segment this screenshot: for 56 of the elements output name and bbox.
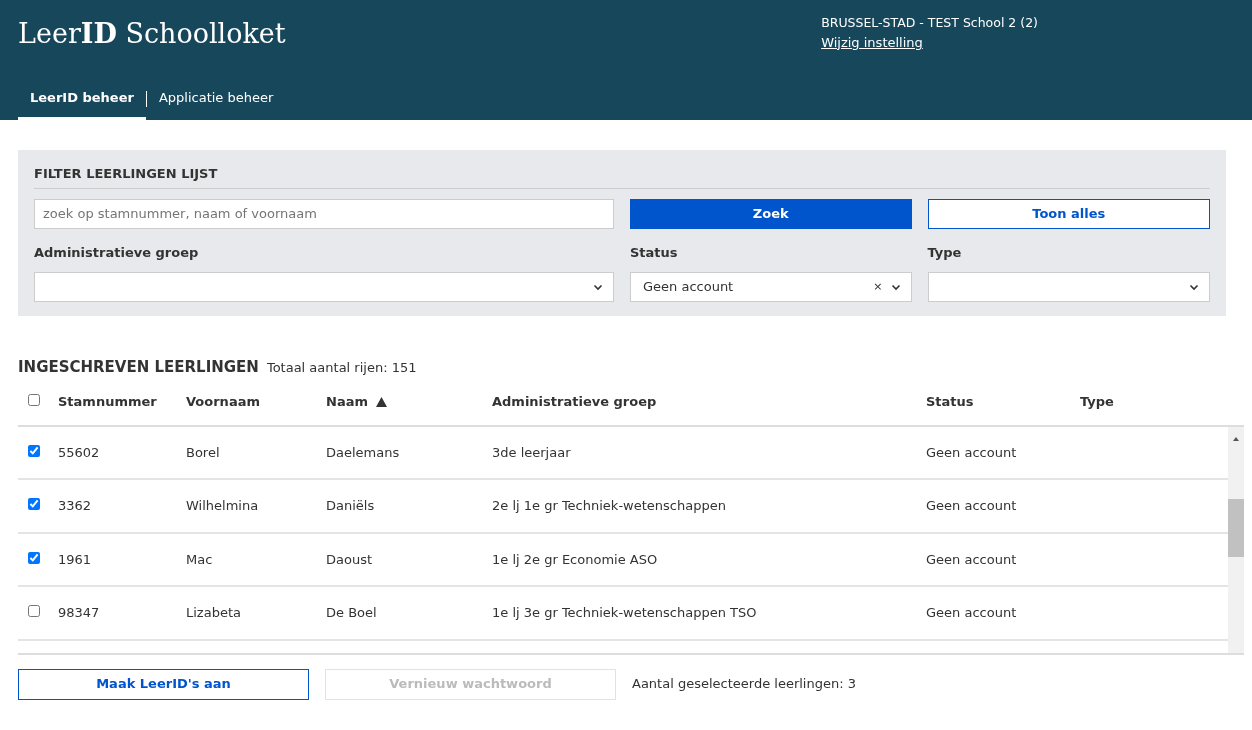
selected-count: Aantal geselecteerde leerlingen: 3	[632, 675, 856, 694]
table-cell: De Boel	[326, 605, 377, 620]
nav-tab[interactable]: Applicatie beheer	[146, 79, 286, 120]
row-checkbox[interactable]	[28, 551, 40, 564]
nav-tab[interactable]: LeerID beheer	[18, 79, 146, 120]
table-cell: Daniëls	[326, 498, 375, 513]
search-field[interactable]: zoek op stamnummer, naam of voornaam	[34, 198, 614, 229]
show-all-button[interactable]: Toon alles	[927, 198, 1210, 229]
table-cell: Lizabeta	[186, 605, 241, 620]
table-cell: 1e lj 3e gr Techniek-wetenschappen TSO	[492, 605, 757, 620]
dropdown-field[interactable]	[927, 272, 1210, 302]
column-header[interactable]: Administratieve groep	[492, 391, 657, 412]
sort-arrow-icon[interactable]	[376, 396, 387, 407]
table-cell: 1e lj 2e gr Economie ASO	[492, 551, 658, 567]
table-cell: Geen account	[926, 498, 1017, 513]
table-cell: 55602	[58, 444, 100, 460]
table-cell: 3de leerjaar	[492, 444, 571, 460]
chevron-down-icon	[890, 283, 901, 291]
table-cell: Geen account	[926, 605, 1017, 620]
section-title: INGESCHREVEN LEERLINGEN	[18, 357, 259, 378]
chevron-down-icon	[593, 283, 603, 291]
row-checkbox[interactable]	[28, 605, 40, 617]
table-cell: 1961	[58, 551, 92, 567]
chevron-down-icon	[1189, 283, 1199, 291]
table-cell: 98347	[58, 605, 100, 620]
table-cell: Geen account	[926, 444, 1017, 460]
field-label: Status	[630, 243, 679, 262]
table-cell: 3362	[58, 498, 92, 513]
column-header[interactable]: Naam	[326, 391, 368, 412]
panel-title: FILTER LEERLINGEN LIJST	[34, 164, 1210, 189]
app-title: LeerID Schoolloket	[18, 17, 286, 51]
table-cell: 2e lj 1e gr Techniek-wetenschappen	[492, 498, 726, 513]
search-button[interactable]: Zoek	[630, 198, 912, 229]
column-header[interactable]: Type	[1080, 391, 1114, 412]
row-count: Totaal aantal rijen: 151	[266, 359, 417, 377]
table-cell: Borel	[186, 444, 220, 460]
table-cell: Daelemans	[326, 444, 400, 460]
table-cell: Wilhelmina	[186, 498, 259, 513]
column-header[interactable]: Status	[926, 391, 974, 412]
create-ids-button[interactable]: Maak LeerID's aan	[18, 668, 309, 700]
dropdown-field[interactable]	[34, 272, 614, 302]
column-header[interactable]: Voornaam	[186, 391, 260, 412]
row-checkbox[interactable]	[28, 498, 40, 510]
clear-icon[interactable]: ×	[873, 278, 883, 296]
field-label: Type	[927, 243, 963, 262]
school-name: BRUSSEL-STAD - TEST School 2 (2)	[821, 14, 1038, 32]
change-setting-link[interactable]: Wijzig instelling	[821, 32, 923, 53]
table-cell: Geen account	[926, 551, 1017, 567]
dropdown-field[interactable]: Geen account ×	[630, 272, 912, 302]
field-label: Administratieve groep	[34, 243, 200, 262]
scrollbar[interactable]	[1228, 426, 1244, 653]
table-cell: Mac	[186, 551, 213, 567]
table-cell: Daoust	[326, 551, 373, 567]
select-all-checkbox[interactable]	[28, 393, 40, 406]
row-checkbox[interactable]	[28, 444, 40, 457]
column-header[interactable]: Stamnummer	[58, 391, 157, 412]
